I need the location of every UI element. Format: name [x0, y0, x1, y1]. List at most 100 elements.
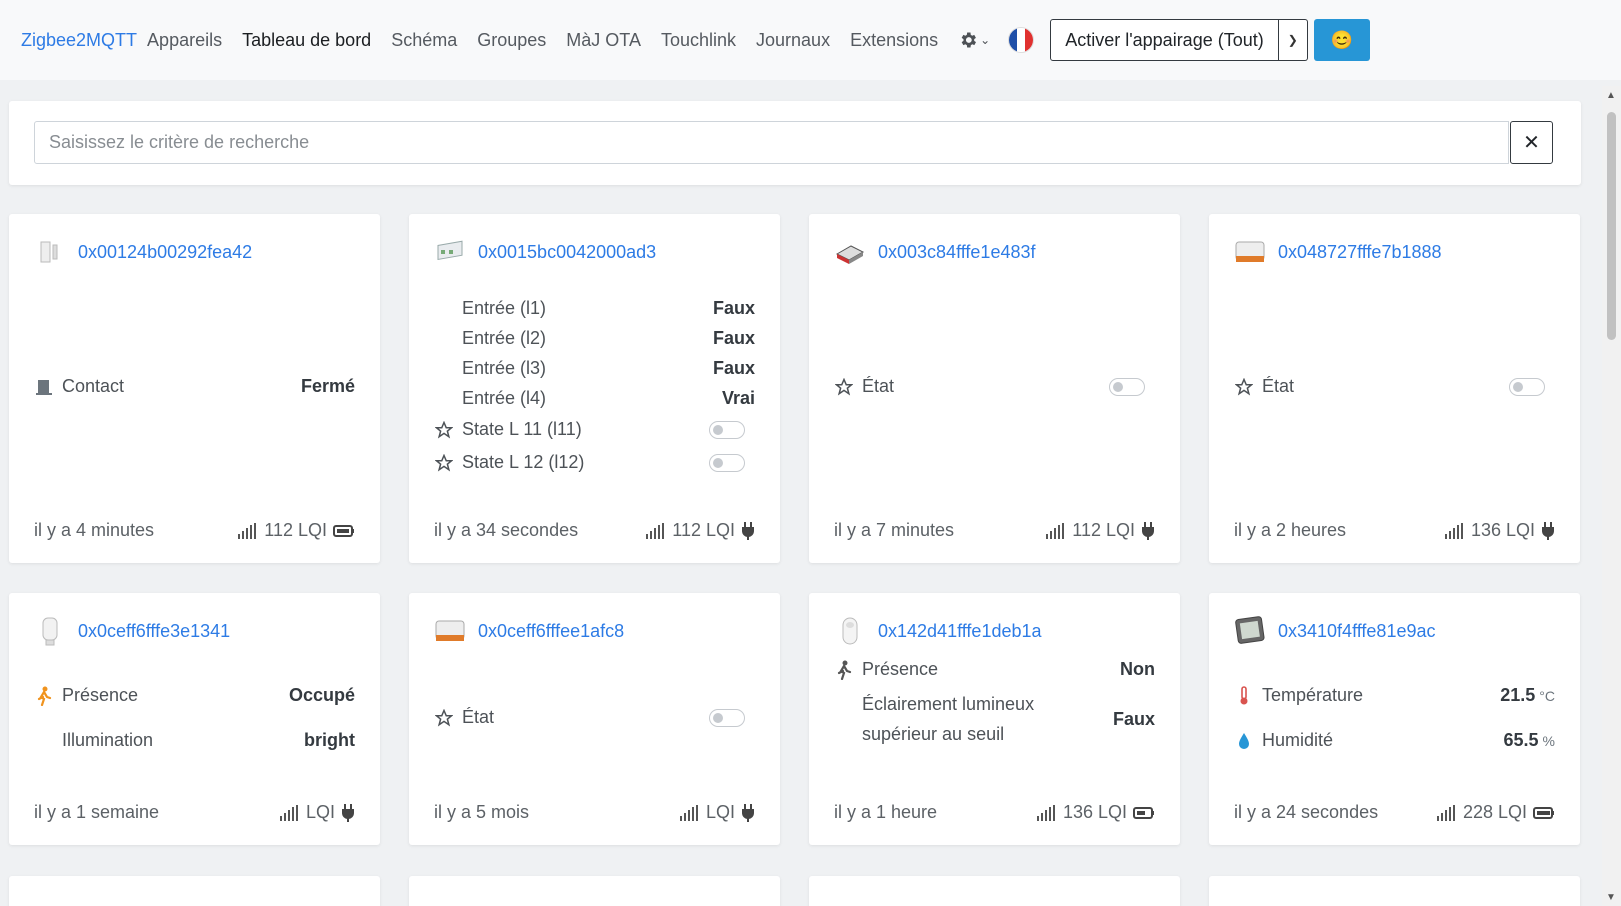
walking-person-icon	[834, 660, 854, 680]
page-scrollbar[interactable]: ▲ ▼	[1602, 86, 1621, 906]
scroll-up-arrow-icon[interactable]: ▲	[1606, 90, 1616, 101]
lqi-value: 112 LQI	[264, 520, 327, 540]
search-input[interactable]	[34, 121, 1509, 164]
chevron-down-icon: ❯	[1287, 33, 1298, 47]
state-toggle[interactable]	[709, 453, 745, 472]
state-toggle[interactable]	[1109, 377, 1145, 396]
plug-icon	[741, 803, 755, 822]
battery-icon	[1533, 806, 1555, 819]
permit-join-dropdown[interactable]: ❯	[1278, 19, 1308, 61]
permit-join-button[interactable]: Activer l'appairage (Tout)	[1050, 19, 1279, 61]
last-seen: il y a 1 heure	[834, 802, 938, 822]
nav-extensions[interactable]: Extensions	[850, 30, 938, 51]
feature-value: Faux	[1112, 708, 1155, 729]
state-toggle[interactable]	[709, 420, 745, 439]
nav-map[interactable]: Schéma	[391, 30, 457, 51]
last-seen: il y a 1 semaine	[34, 802, 160, 822]
device-image	[434, 236, 466, 268]
signal-icon	[279, 804, 300, 821]
device-image	[834, 236, 866, 268]
last-seen: il y a 34 secondes	[434, 520, 579, 540]
feature-label: Présence	[62, 685, 139, 705]
feature-label: Entrée (l3)	[462, 358, 547, 378]
nav-touchlink[interactable]: Touchlink	[661, 30, 736, 51]
star-icon	[434, 708, 454, 728]
state-toggle[interactable]	[1509, 377, 1545, 396]
device-card-partial	[1209, 876, 1580, 906]
feature-label: Éclairement lumineux	[862, 694, 1035, 714]
feature-label: État	[862, 376, 895, 396]
feature-unit: %	[1542, 733, 1555, 749]
pairing-button-group: Activer l'appairage (Tout) ❯	[1050, 19, 1308, 61]
device-name-link[interactable]: 0x00124b00292fea42	[78, 242, 252, 263]
device-card: 0x142d41fffe1deb1a Présence Non Éclairem…	[809, 593, 1180, 845]
feature-value: Faux	[712, 358, 755, 378]
search-card: ✕	[9, 101, 1581, 185]
nav-groups[interactable]: Groupes	[477, 30, 546, 51]
feature-label: État	[1262, 376, 1295, 396]
battery-icon	[333, 524, 355, 537]
plug-icon	[741, 521, 755, 540]
feature-value: Vrai	[721, 388, 755, 408]
settings-dropdown[interactable]: ⌄	[958, 30, 990, 50]
signal-icon	[1436, 804, 1457, 821]
device-name-link[interactable]: 0x142d41fffe1deb1a	[878, 621, 1042, 642]
device-image	[34, 236, 66, 268]
nav-logs[interactable]: Journaux	[756, 30, 830, 51]
device-name-link[interactable]: 0x0ceff6fffe3e1341	[78, 621, 230, 642]
feature-value: Faux	[712, 328, 755, 348]
clear-search-button[interactable]: ✕	[1510, 121, 1553, 164]
feature-value: Fermé	[300, 376, 355, 396]
device-name-link[interactable]: 0x3410f4fffe81e9ac	[1278, 621, 1435, 642]
scroll-down-arrow-icon[interactable]: ▼	[1606, 892, 1616, 903]
star-icon	[434, 420, 454, 440]
feature-label: Présence	[862, 659, 939, 679]
feature-label: Entrée (l2)	[462, 328, 547, 348]
french-flag-icon[interactable]	[1008, 27, 1035, 53]
feature-label: Température	[1262, 685, 1364, 705]
signal-icon	[1036, 804, 1057, 821]
device-name-link[interactable]: 0x0ceff6fffee1afc8	[478, 621, 624, 642]
plug-icon	[1141, 521, 1155, 540]
device-image	[834, 615, 866, 647]
signal-icon	[1444, 522, 1465, 539]
feature-label: Entrée (l4)	[462, 388, 547, 408]
scrollbar-thumb[interactable]	[1607, 112, 1616, 340]
state-toggle[interactable]	[709, 708, 745, 727]
feature-label-continued: supérieur au seuil	[862, 724, 1005, 744]
device-card: 0x0ceff6fffe3e1341 Présence Occupé Illum…	[9, 593, 380, 845]
device-card: 0x0ceff6fffee1afc8 État il y a 5 mois LQ…	[409, 593, 780, 845]
feature-label: Entrée (l1)	[462, 298, 547, 318]
device-name-link[interactable]: 0x0015bc0042000ad3	[478, 242, 656, 263]
last-seen: il y a 2 heures	[1234, 520, 1347, 540]
brand-link[interactable]: Zigbee2MQTT	[21, 30, 137, 51]
lqi-value: 112 LQI	[1072, 520, 1135, 540]
star-icon	[434, 453, 454, 473]
chevron-down-icon: ⌄	[980, 33, 991, 47]
feature-value: Faux	[712, 298, 755, 318]
star-icon	[1234, 377, 1254, 397]
device-card-partial	[809, 876, 1180, 906]
device-image	[1234, 615, 1266, 647]
last-seen: il y a 24 secondes	[1234, 802, 1379, 822]
walking-person-icon	[34, 686, 54, 706]
lqi-value: 136 LQI	[1062, 802, 1127, 822]
device-image	[1234, 236, 1266, 268]
thermometer-icon	[1234, 685, 1254, 706]
nav-devices[interactable]: Appareils	[147, 30, 222, 51]
device-card-partial	[409, 876, 780, 906]
device-name-link[interactable]: 0x003c84fffe1e483f	[878, 242, 1035, 263]
signal-icon	[679, 804, 700, 821]
device-card: 0x048727fffe7b1888 État il y a 2 heures …	[1209, 214, 1580, 563]
device-image	[434, 615, 466, 647]
last-seen: il y a 7 minutes	[834, 520, 955, 540]
feature-label: Humidité	[1262, 730, 1334, 750]
device-name-link[interactable]: 0x048727fffe7b1888	[1278, 242, 1442, 263]
donate-button[interactable]: 😊	[1313, 19, 1370, 61]
lqi-value: LQI	[305, 802, 335, 822]
nav-dashboard[interactable]: Tableau de bord	[242, 30, 371, 51]
nav-ota[interactable]: MàJ OTA	[566, 30, 641, 51]
device-card: 0x003c84fffe1e483f État il y a 7 minutes…	[809, 214, 1180, 563]
plug-icon	[1541, 521, 1555, 540]
feature-label: State L 12 (l12)	[462, 452, 585, 472]
